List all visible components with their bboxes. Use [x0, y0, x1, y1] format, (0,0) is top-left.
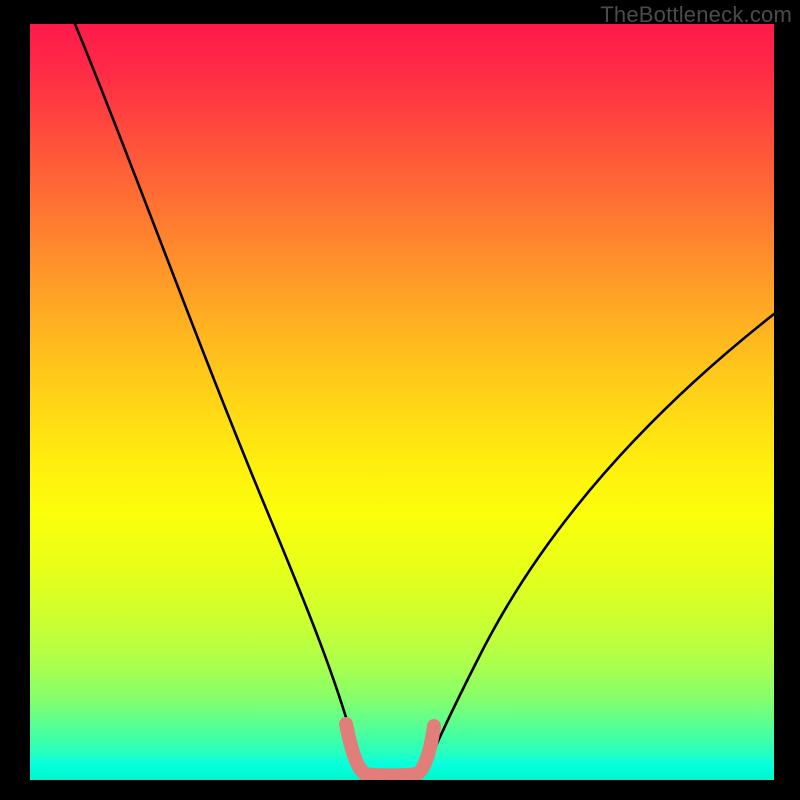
curves-layer [30, 24, 774, 780]
right-curve [425, 314, 774, 772]
watermark-text: TheBottleneck.com [600, 2, 792, 28]
plot-area [30, 24, 774, 780]
left-curve [75, 24, 363, 772]
valley-accent [346, 724, 434, 776]
chart-frame: TheBottleneck.com [0, 0, 800, 800]
